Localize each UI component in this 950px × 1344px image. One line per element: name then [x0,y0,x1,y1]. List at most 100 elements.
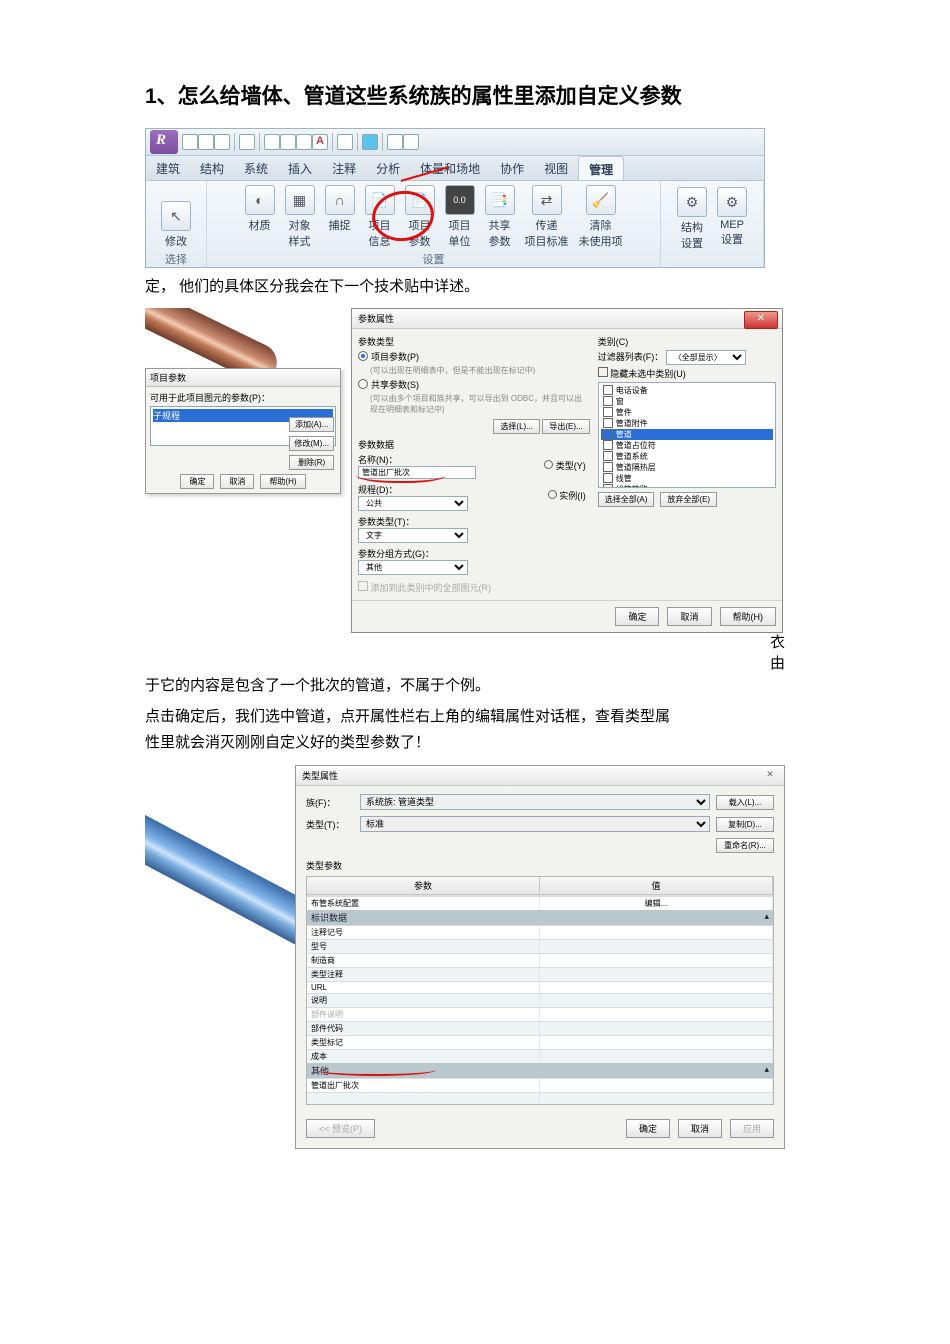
close-icon[interactable]: ✕ [762,769,778,783]
family-select[interactable]: 系统族: 管道类型 [360,794,710,810]
cat-item[interactable]: 管道附件 [616,418,648,429]
cat-item[interactable]: 线管 [616,473,632,484]
param-value[interactable] [540,926,773,939]
snaps-button[interactable]: ∩捕捉 [323,183,357,251]
transfer-button[interactable]: ⇄传递 项目标准 [523,183,571,251]
deselect-all-button[interactable]: 放弃全部(E) [660,492,717,507]
param-value [540,1008,773,1021]
radio-label: 共享参数(S) [371,378,419,391]
category-ident[interactable]: 标识数据▴ [307,910,773,925]
param-value[interactable] [540,982,773,993]
delete-button[interactable]: 删除(R) [289,455,334,470]
select-button[interactable]: 选择(L)... [493,419,539,434]
radio-project-param[interactable]: 项目参数(P) [358,350,590,363]
preview-button[interactable]: << 预览(P) [306,1119,375,1138]
help-button[interactable]: 帮助(H) [260,474,305,489]
type-properties-dialog: 类型属性 ✕ 族(F)： 系统族: 管道类型 载入(L)... 类型(T)： 标… [295,765,785,1149]
duplicate-button[interactable]: 复制(D)... [716,817,774,832]
tab-annot[interactable]: 注释 [322,156,366,180]
cat-item[interactable]: 窗 [616,396,624,407]
tab-system[interactable]: 系统 [234,156,278,180]
project-parameters-button[interactable]: 📄项目 参数 [403,183,437,251]
tab-collab[interactable]: 协作 [490,156,534,180]
param-value[interactable] [540,1050,773,1063]
param-name: 说明 [307,994,540,1007]
tab-manage[interactable]: 管理 [578,156,624,180]
project-info-button[interactable]: 📄项目 信息 [363,183,397,251]
ok-button[interactable]: 确定 [626,1119,670,1138]
group-select[interactable]: 其他 [358,560,468,575]
tab-insert[interactable]: 插入 [278,156,322,180]
btn-4: 项目 参数 [409,217,431,249]
tab-arch[interactable]: 建筑 [146,156,190,180]
col-param: 参数 [307,877,540,894]
cat-item[interactable]: 电话设备 [616,385,648,396]
export-button[interactable]: 导出(E)... [542,419,589,434]
filter-select[interactable]: 〈全部显示〉 [666,350,746,365]
cancel-button[interactable]: 取消 [678,1119,722,1138]
param-value[interactable] [540,968,773,981]
tab-struct[interactable]: 结构 [190,156,234,180]
help-button[interactable]: 帮助(H) [720,607,777,626]
category-label: 类别(C) [598,335,776,348]
cancel-button[interactable]: 取消 [220,474,254,489]
modify-button[interactable]: ↖ 修改 [159,199,193,251]
name-input[interactable] [358,466,476,479]
param-value[interactable] [540,940,773,953]
rename-button[interactable]: 重命名(R)... [716,838,774,853]
dialog-titlebar: 参数属性 ✕ [352,309,782,329]
cat-item-selected[interactable]: 管道 [616,429,632,440]
modify-button[interactable]: 修改(M)... [289,436,334,451]
struct-icon: ⚙ [677,187,707,217]
fragment-right-2: 由 [770,652,785,673]
param-value[interactable] [540,994,773,1007]
btn-5: 项目 单位 [449,217,471,249]
discipline-select[interactable]: 公共 [358,496,468,511]
param-value-edit[interactable]: 编辑... [540,897,773,910]
col-value: 值 [540,877,773,894]
ok-button[interactable]: 确定 [180,474,214,489]
category-list[interactable]: 电话设备 窗 管件 管道附件 管道 管道占位符 管道系统 管道隔热层 线管 线管… [598,382,776,488]
cat-item[interactable]: 管件 [616,407,632,418]
cat-item[interactable]: 管道隔热层 [616,462,656,473]
category-other[interactable]: 其他▴ [307,1063,773,1078]
quick-access-toolbar: A [146,129,764,156]
paragraph-3b: 性里就会消灭刚刚自定义好的类型参数了！ [145,730,805,756]
struct-settings-button[interactable]: ⚙结构 设置 [675,185,709,253]
list-label: 可用于此项目图元的参数(P)： [150,391,336,404]
cat-item[interactable]: 管道占位符 [616,440,656,451]
radio-type[interactable]: 类型(Y) [556,461,586,471]
cat-item[interactable]: 线管管路 [616,484,648,488]
param-value[interactable] [540,1079,773,1092]
params-icon: 📄 [405,185,435,215]
materials-button[interactable]: ◐材质 [243,183,277,251]
object-styles-button[interactable]: ▦对象 样式 [283,183,317,251]
cat-item[interactable]: 管道系统 [616,451,648,462]
radio-instance[interactable]: 实例(I) [559,491,586,501]
select-all-button[interactable]: 选择全部(A) [598,492,655,507]
shared-params-button[interactable]: 📑共享 参数 [483,183,517,251]
type-select[interactable]: 标准 [360,816,710,832]
info-icon: 📄 [365,185,395,215]
ok-button[interactable]: 确定 [615,607,659,626]
cancel-button[interactable]: 取消 [667,607,711,626]
checkbox-icon[interactable] [598,367,608,377]
purge-button[interactable]: 🧹清除 未使用项 [577,183,625,251]
param-value[interactable] [540,1022,773,1035]
btn-8: 清除 未使用项 [579,217,623,249]
tab-analyze[interactable]: 分析 [366,156,410,180]
add-button[interactable]: 添加(A)... [289,417,334,432]
param-value[interactable] [540,954,773,967]
load-button[interactable]: 载入(L)... [716,795,774,810]
dialog-title: 项目参数 [146,369,340,387]
param-type-select[interactable]: 文字 [358,528,468,543]
tab-mass[interactable]: 体量和场地 [410,156,490,180]
close-icon[interactable]: ✕ [744,311,778,329]
apply-button[interactable]: 应用 [730,1119,774,1138]
tab-view[interactable]: 视图 [534,156,578,180]
param-value[interactable] [540,1036,773,1049]
radio-shared-param[interactable]: 共享参数(S) [358,378,590,391]
mep-settings-button[interactable]: ⚙MEP 设置 [715,185,749,253]
project-units-button[interactable]: 0.0项目 单位 [443,183,477,251]
param-name: 类型标记 [307,1036,540,1049]
